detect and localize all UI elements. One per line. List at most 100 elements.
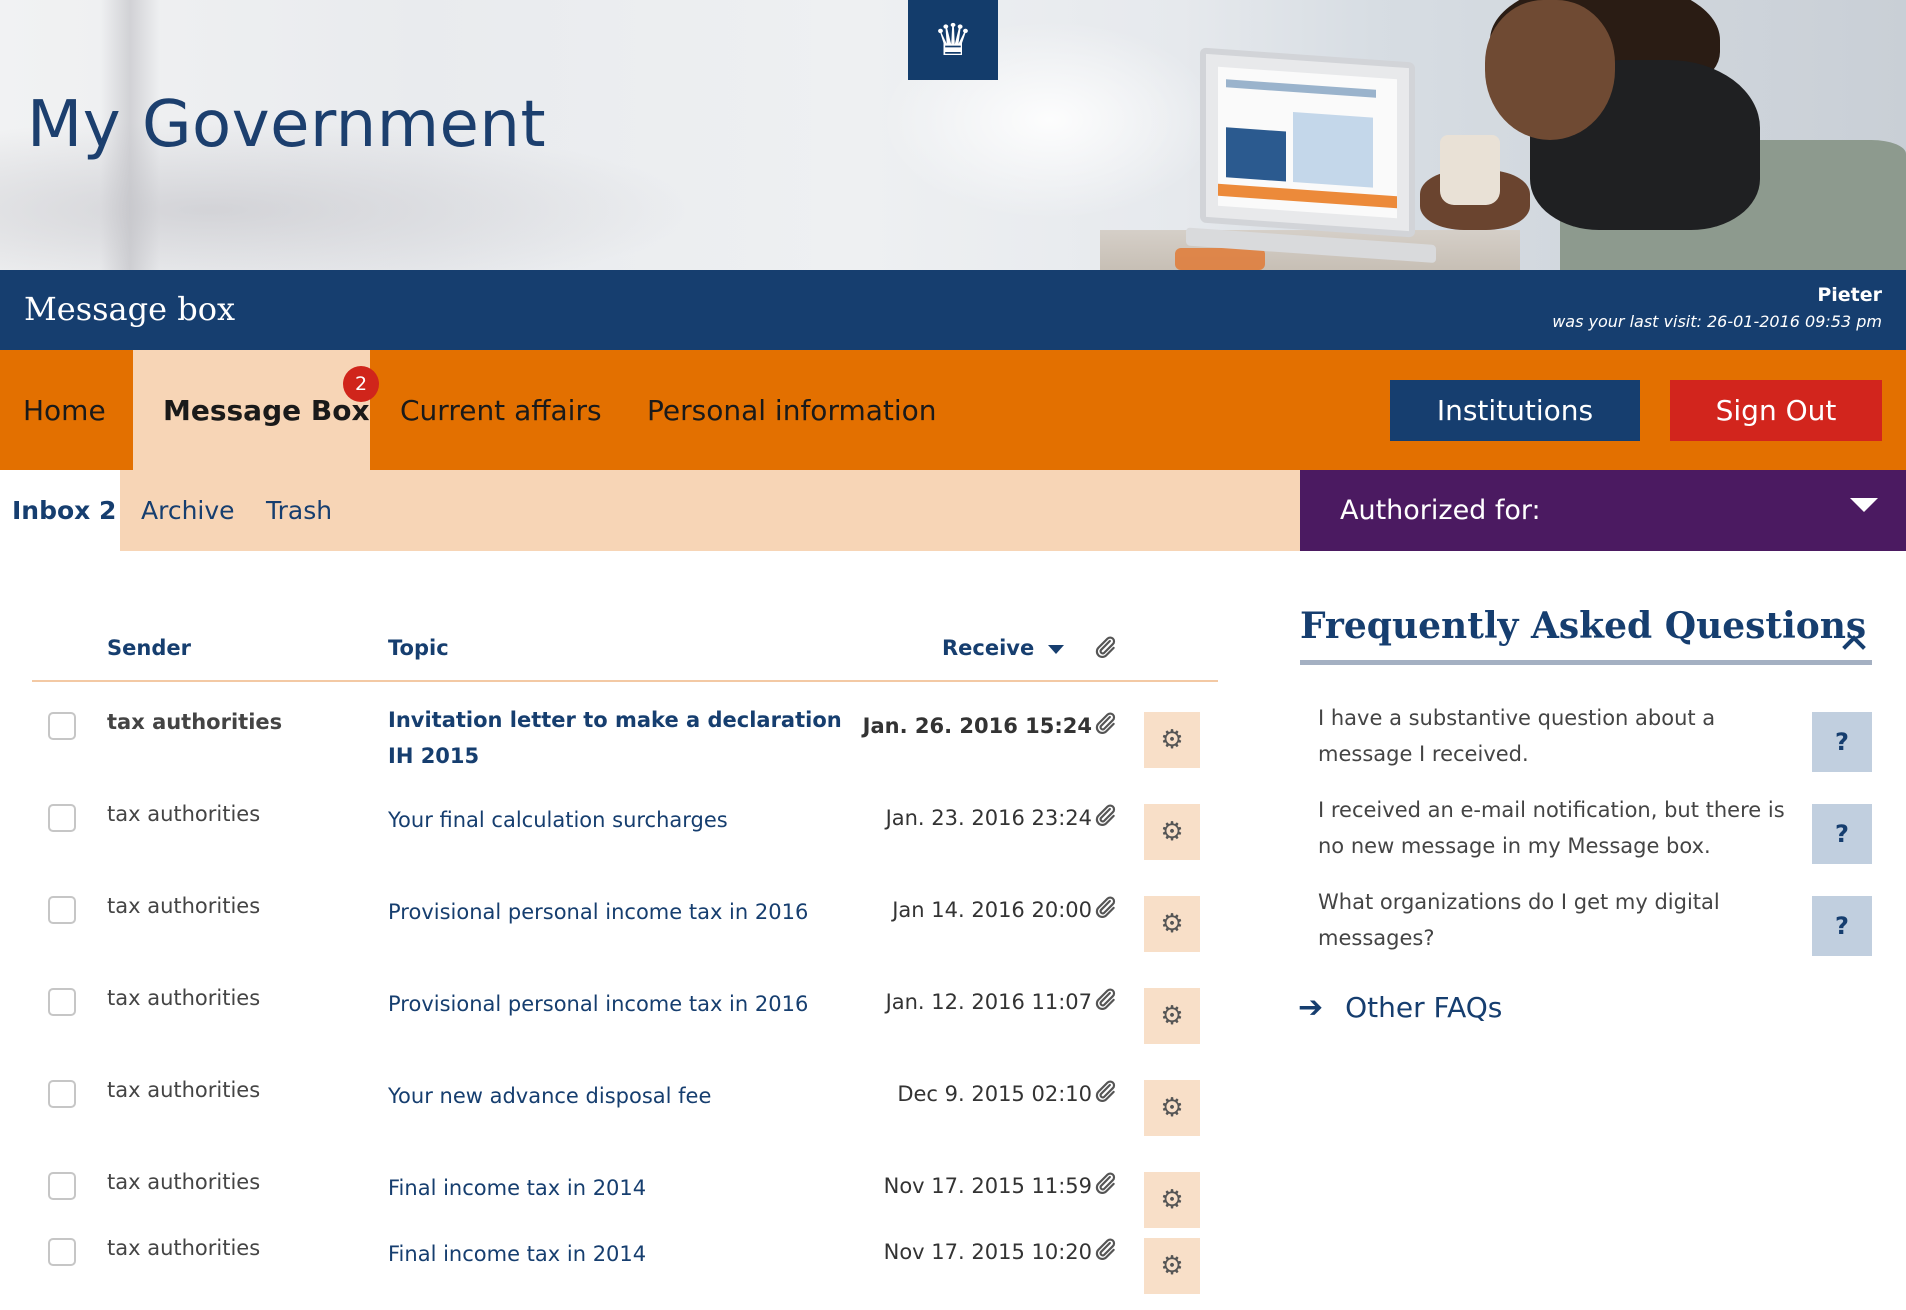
sign-out-button[interactable]: Sign Out	[1670, 380, 1882, 441]
hero-laptop-image	[1186, 47, 1436, 263]
row-settings-button[interactable]: ⚙	[1144, 804, 1200, 860]
table-row[interactable]: tax authorities Invitation letter to mak…	[32, 700, 1218, 792]
nav-home[interactable]: Home	[0, 350, 133, 470]
row-checkbox[interactable]	[48, 896, 76, 924]
tab-trash[interactable]: Trash	[266, 470, 332, 551]
institutions-button[interactable]: Institutions	[1390, 380, 1640, 441]
authorized-for-label: Authorized for:	[1340, 495, 1541, 526]
nav-personal-information-label: Personal information	[647, 393, 937, 427]
row-topic-link[interactable]: Final income tax in 2014	[388, 1236, 848, 1272]
user-name: Pieter	[1817, 284, 1882, 306]
table-row[interactable]: tax authorities Final income tax in 2014…	[32, 1226, 1218, 1310]
faq-question-button[interactable]: ?	[1812, 712, 1872, 772]
gear-icon: ⚙	[1160, 725, 1184, 755]
nav-current-affairs[interactable]: Current affairs	[400, 350, 602, 470]
row-settings-button[interactable]: ⚙	[1144, 712, 1200, 768]
gear-icon: ⚙	[1160, 817, 1184, 847]
faq-question[interactable]: What organizations do I get my digital m…	[1318, 884, 1798, 956]
message-table-header: Sender Topic Receive	[32, 630, 1218, 682]
column-topic[interactable]: Topic	[388, 636, 449, 660]
attachment-icon	[1092, 1078, 1118, 1104]
attachment-icon	[1092, 894, 1118, 920]
hero-person-image	[1420, 0, 1906, 270]
hero-orange-object	[1175, 248, 1265, 270]
row-sender: tax authorities	[107, 986, 261, 1010]
attachment-icon	[1092, 802, 1118, 828]
row-sender: tax authorities	[107, 802, 261, 826]
column-receive-label: Receive	[942, 636, 1035, 660]
authorized-for-dropdown[interactable]: Authorized for:	[1300, 470, 1906, 551]
table-row[interactable]: tax authorities Your final calculation s…	[32, 792, 1218, 884]
sort-descending-icon	[1048, 644, 1065, 654]
row-date: Dec 9. 2015 02:10	[897, 1082, 1092, 1106]
nav-personal-information[interactable]: Personal information	[647, 350, 937, 470]
tab-archive[interactable]: Archive	[141, 470, 235, 551]
faq-item[interactable]: What organizations do I get my digital m…	[1318, 884, 1872, 964]
nav-current-affairs-label: Current affairs	[400, 393, 602, 427]
gear-icon: ⚙	[1160, 1001, 1184, 1031]
faq-question-button[interactable]: ?	[1812, 804, 1872, 864]
chevron-up-icon[interactable]	[1842, 630, 1866, 654]
row-settings-button[interactable]: ⚙	[1144, 1080, 1200, 1136]
unread-count-badge: 2	[343, 366, 379, 402]
other-faqs-label: Other FAQs	[1345, 991, 1503, 1024]
faq-title: Frequently Asked Questions	[1300, 605, 1867, 647]
row-checkbox[interactable]	[48, 1238, 76, 1266]
row-topic-link[interactable]: Your final calculation surcharges	[388, 802, 848, 838]
hero-banner: ♛ My Government	[0, 0, 1906, 270]
faq-item[interactable]: I have a substantive question about a me…	[1318, 700, 1872, 780]
row-checkbox[interactable]	[48, 988, 76, 1016]
nav-message-box[interactable]: Message Box 2	[133, 350, 379, 470]
arrow-right-icon: ➔	[1298, 990, 1324, 1025]
row-checkbox[interactable]	[48, 1080, 76, 1108]
row-sender: tax authorities	[107, 1170, 261, 1194]
attachment-icon	[1092, 710, 1118, 736]
table-row[interactable]: tax authorities Your new advance disposa…	[32, 1068, 1218, 1160]
row-topic-link[interactable]: Invitation letter to make a declaration …	[388, 702, 848, 774]
attachment-icon	[1092, 1170, 1118, 1196]
faq-question[interactable]: I have a substantive question about a me…	[1318, 700, 1798, 772]
government-crest-logo[interactable]: ♛	[908, 0, 998, 80]
row-date: Jan. 23. 2016 23:24	[885, 806, 1092, 830]
row-sender: tax authorities	[107, 710, 283, 734]
column-sender[interactable]: Sender	[107, 636, 191, 660]
faq-item[interactable]: I received an e-mail notification, but t…	[1318, 792, 1872, 872]
faq-question[interactable]: I received an e-mail notification, but t…	[1318, 792, 1798, 864]
gear-icon: ⚙	[1160, 1185, 1184, 1215]
row-settings-button[interactable]: ⚙	[1144, 1172, 1200, 1228]
row-checkbox[interactable]	[48, 804, 76, 832]
row-checkbox[interactable]	[48, 712, 76, 740]
other-faqs-link[interactable]: ➔ Other FAQs	[1298, 990, 1502, 1025]
row-date: Nov 17. 2015 11:59	[883, 1174, 1092, 1198]
row-settings-button[interactable]: ⚙	[1144, 988, 1200, 1044]
faq-question-button[interactable]: ?	[1812, 896, 1872, 956]
section-header: Message box Pieter was your last visit: …	[0, 270, 1906, 350]
row-topic-link[interactable]: Final income tax in 2014	[388, 1170, 848, 1206]
sub-nav: Inbox 2 Archive Trash	[0, 470, 1300, 551]
tab-inbox[interactable]: Inbox 2	[0, 470, 120, 551]
row-date: Jan. 12. 2016 11:07	[885, 990, 1092, 1014]
row-settings-button[interactable]: ⚙	[1144, 896, 1200, 952]
gear-icon: ⚙	[1160, 909, 1184, 939]
row-topic-link[interactable]: Provisional personal income tax in 2016	[388, 986, 848, 1022]
column-receive[interactable]: Receive	[942, 636, 1065, 660]
row-topic-link[interactable]: Provisional personal income tax in 2016	[388, 894, 848, 930]
row-sender: tax authorities	[107, 1078, 261, 1102]
nav-message-box-label: Message Box	[163, 393, 370, 427]
main-nav: Home Message Box 2 Current affairs Perso…	[0, 350, 1906, 470]
chevron-down-icon	[1850, 498, 1878, 512]
nav-home-label: Home	[23, 393, 106, 427]
attachment-icon	[1092, 1236, 1118, 1262]
row-settings-button[interactable]: ⚙	[1144, 1238, 1200, 1294]
gear-icon: ⚙	[1160, 1251, 1184, 1281]
row-sender: tax authorities	[107, 894, 261, 918]
last-visit: was your last visit: 26-01-2016 09:53 pm	[1552, 312, 1882, 331]
table-row[interactable]: tax authorities Provisional personal inc…	[32, 884, 1218, 976]
page-title: My Government	[27, 88, 547, 162]
attachment-column-icon	[1092, 634, 1118, 660]
row-checkbox[interactable]	[48, 1172, 76, 1200]
table-row[interactable]: tax authorities Provisional personal inc…	[32, 976, 1218, 1068]
row-date: Jan 14. 2016 20:00	[892, 898, 1092, 922]
row-sender: tax authorities	[107, 1236, 261, 1260]
row-topic-link[interactable]: Your new advance disposal fee	[388, 1078, 848, 1114]
